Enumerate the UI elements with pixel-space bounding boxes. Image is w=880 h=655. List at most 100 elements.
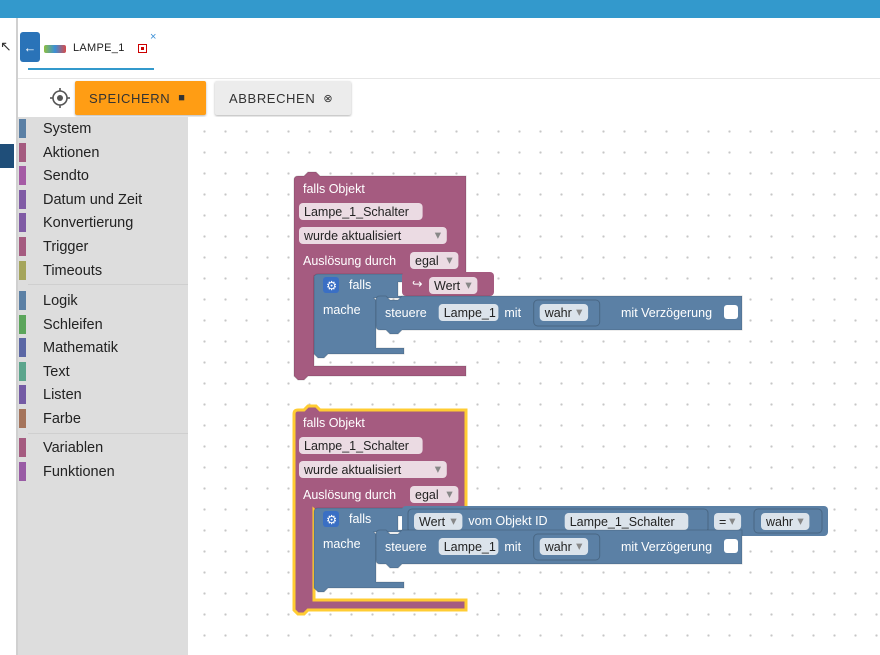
selected-indicator: [0, 144, 14, 168]
category-aktionen[interactable]: Aktionen: [18, 141, 188, 163]
if-block[interactable]: ⚙ falls mache Wert ▾ vom Objekt ID Lampe_1_Sch…: [313, 506, 828, 593]
category-color-swatch: [19, 142, 26, 162]
category-color-swatch: [19, 189, 26, 209]
trigger-value-dropdown-text: egal: [415, 254, 439, 268]
category-label: Konvertierung: [43, 215, 134, 232]
editor-toolbar: SPEICHERN ■ ABBRECHEN ⊗: [18, 78, 880, 116]
with-label: mit: [504, 306, 521, 320]
top-app-bar: [0, 0, 880, 18]
category-datum-und-zeit[interactable]: Datum und Zeit: [18, 188, 188, 210]
dropdown-arrow-icon: ▾: [446, 487, 453, 501]
blockly-workspace[interactable]: falls Objekt Lampe_1_Schalter wurde aktual…: [188, 117, 880, 655]
if-block[interactable]: ⚙ falls mache ↪ Wert ▾ steuere Lampe_1 mit wahr ▾ m…: [313, 272, 743, 359]
trigger-block[interactable]: falls ObjektLampe_1_Schalterwurde aktual…: [293, 171, 743, 381]
delay-checkbox[interactable]: [724, 539, 738, 553]
block-header-label: falls Objekt: [303, 182, 365, 196]
category-separator: [28, 432, 188, 434]
category-label: Funktionen: [43, 463, 115, 480]
event-dropdown-text: wurde aktualisiert: [303, 463, 402, 477]
save-button[interactable]: SPEICHERN ■: [75, 81, 206, 115]
control-target-field-text: Lampe_1: [444, 540, 496, 554]
gear-icon: ⚙: [326, 279, 337, 293]
category-color-swatch: [19, 361, 26, 381]
dropdown-arrow-icon: ▾: [576, 539, 583, 553]
dropdown-arrow-icon: ▾: [446, 253, 453, 267]
category-color-swatch: [19, 119, 26, 138]
category-label: Mathematik: [43, 340, 118, 357]
category-label: Timeouts: [43, 262, 103, 279]
trigger-label: Auslösung durch: [303, 488, 396, 502]
category-label: Logik: [43, 293, 78, 309]
control-value-dropdown-text: wahr: [544, 306, 572, 320]
category-color-swatch: [19, 385, 26, 405]
category-label: System: [43, 121, 92, 137]
category-label: Listen: [43, 387, 82, 404]
category-color-swatch: [19, 166, 26, 186]
delay-checkbox[interactable]: [724, 305, 738, 319]
category-color-swatch: [19, 213, 26, 233]
event-dropdown-text: wurde aktualisiert: [303, 229, 402, 243]
dropdown-arrow-icon: ▾: [465, 278, 472, 292]
dropdown-arrow-icon: ▾: [729, 514, 736, 528]
cancel-button[interactable]: ABBRECHEN ⊗: [215, 81, 351, 115]
condition-object-field-text: Lampe_1_Schalter: [570, 515, 675, 529]
delay-label: mit Verzögerung: [621, 306, 712, 320]
dropdown-arrow-icon: ▾: [435, 462, 442, 476]
category-system[interactable]: System: [18, 117, 188, 139]
with-label: mit: [504, 540, 521, 554]
category-mathematik[interactable]: Mathematik: [18, 336, 188, 358]
control-block[interactable]: steuere Lampe_1 mit wahr ▾ mit Verzögerung: [375, 295, 743, 335]
trigger-block[interactable]: falls ObjektLampe_1_Schalterwurde aktual…: [292, 404, 828, 616]
category-schleifen[interactable]: Schleifen: [18, 313, 188, 335]
control-block[interactable]: steuere Lampe_1 mit wahr ▾ mit Verzögerung: [375, 529, 743, 569]
control-label: steuere: [385, 306, 427, 320]
category-text[interactable]: Text: [18, 360, 188, 382]
value-field-dropdown-text: Wert: [419, 515, 446, 529]
condition-value-dropdown-text: wahr: [765, 515, 793, 529]
category-color-swatch: [19, 461, 26, 481]
trigger-label: Auslösung durch: [303, 254, 396, 268]
tab-title: LAMPE_1: [73, 42, 125, 54]
category-color-swatch: [19, 438, 26, 457]
category-separator: [28, 284, 188, 286]
category-label: Schleifen: [43, 316, 103, 333]
category-listen[interactable]: Listen: [18, 383, 188, 405]
return-arrow-icon: ↪: [412, 277, 423, 291]
category-funktionen[interactable]: Funktionen: [18, 460, 188, 482]
category-color-swatch: [19, 338, 26, 358]
from-object-label: vom Objekt ID: [468, 514, 547, 528]
do-label: mache: [323, 303, 361, 317]
chevron-left-icon[interactable]: ↖: [0, 38, 12, 55]
crosshair-icon[interactable]: [50, 88, 70, 108]
category-color-swatch: [19, 291, 26, 310]
operator-dropdown-text: =: [719, 515, 726, 529]
category-trigger[interactable]: Trigger: [18, 235, 188, 257]
dropdown-arrow-icon: ▾: [435, 228, 442, 242]
blockly-logo-icon: [44, 45, 66, 53]
dropdown-arrow-icon: ▾: [576, 305, 583, 319]
tab-bar: ← LAMPE_1 ×: [18, 18, 880, 78]
if-label: falls: [349, 278, 371, 292]
floppy-disk-icon: ■: [178, 92, 186, 104]
category-label: Datum und Zeit: [43, 191, 143, 208]
tab-lampe-1[interactable]: LAMPE_1 ×: [28, 31, 156, 70]
save-button-label: SPEICHERN: [89, 90, 171, 106]
left-panel-edge: ↖: [0, 18, 18, 655]
delay-label: mit Verzögerung: [621, 540, 712, 554]
block-category-toolbox: System Aktionen Sendto Datum und Zeit Konver…: [18, 117, 188, 655]
category-konvertierung[interactable]: Konvertierung: [18, 211, 188, 233]
trigger-value-dropdown-text: egal: [415, 488, 439, 502]
do-label: mache: [323, 537, 361, 551]
close-tab-icon[interactable]: ×: [150, 31, 156, 43]
category-sendto[interactable]: Sendto: [18, 164, 188, 186]
cancel-button-label: ABBRECHEN: [229, 90, 316, 106]
category-timeouts[interactable]: Timeouts: [18, 259, 188, 281]
dropdown-arrow-icon: ▾: [450, 514, 457, 528]
category-logik[interactable]: Logik: [18, 289, 188, 311]
dropdown-arrow-icon: ▾: [797, 514, 804, 528]
value-field-dropdown-text: Wert: [434, 279, 461, 293]
category-farbe[interactable]: Farbe: [18, 407, 188, 429]
category-color-swatch: [19, 260, 26, 280]
stop-script-icon[interactable]: [138, 44, 147, 53]
category-variablen[interactable]: Variablen: [18, 436, 188, 458]
